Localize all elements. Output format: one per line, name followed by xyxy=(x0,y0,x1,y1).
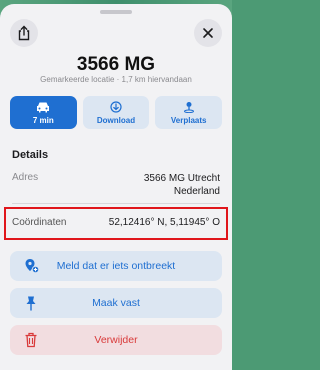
pin-label: Maak vast xyxy=(92,297,140,309)
report-pin-icon xyxy=(25,259,40,274)
close-button[interactable] xyxy=(194,19,222,47)
details-heading: Details xyxy=(12,149,49,161)
report-missing-button[interactable]: Meld dat er iets ontbreekt xyxy=(10,251,222,281)
download-label: Download xyxy=(96,115,136,125)
divider xyxy=(12,203,220,204)
coordinates-label: Coördinaten xyxy=(12,217,67,228)
pin-button[interactable]: Maak vast xyxy=(10,288,222,318)
directions-button[interactable]: 7 min xyxy=(10,96,77,129)
download-icon xyxy=(110,100,122,113)
coordinates-row[interactable]: Coördinaten 52,12416° N, 5,11945° O xyxy=(4,207,228,240)
move-label: Verplaats xyxy=(170,115,207,125)
coordinates-value: 52,12416° N, 5,11945° O xyxy=(108,217,220,228)
address-line-2: Nederland xyxy=(173,186,220,197)
location-subtitle: Gemarkeerde locatie · 1,7 km hiervandaan xyxy=(40,75,192,84)
move-button[interactable]: Verplaats xyxy=(155,96,223,129)
close-icon xyxy=(203,28,213,38)
share-icon xyxy=(18,25,30,41)
address-label: Adres xyxy=(12,172,39,183)
report-missing-label: Meld dat er iets ontbreekt xyxy=(56,260,176,272)
download-button[interactable]: Download xyxy=(82,96,150,129)
car-icon xyxy=(37,102,50,112)
address-line-1: 3566 MG Utrecht xyxy=(143,173,220,184)
delete-label: Verwijder xyxy=(94,334,138,346)
location-sheet: 3566 MG Gemarkeerde locatie · 1,7 km hie… xyxy=(0,4,232,370)
trash-icon xyxy=(25,332,37,348)
directions-label: 7 min xyxy=(32,115,54,125)
move-pin-icon xyxy=(183,101,194,113)
delete-button[interactable]: Verwijder xyxy=(10,325,222,355)
pin-icon xyxy=(26,296,36,311)
action-bar: 7 min Download Verplaats xyxy=(10,96,223,129)
share-button[interactable] xyxy=(10,19,38,47)
address-value: 3566 MG Utrecht Nederland xyxy=(144,172,220,198)
location-title: 3566 MG xyxy=(76,54,156,75)
sheet-grabber[interactable] xyxy=(100,10,132,14)
